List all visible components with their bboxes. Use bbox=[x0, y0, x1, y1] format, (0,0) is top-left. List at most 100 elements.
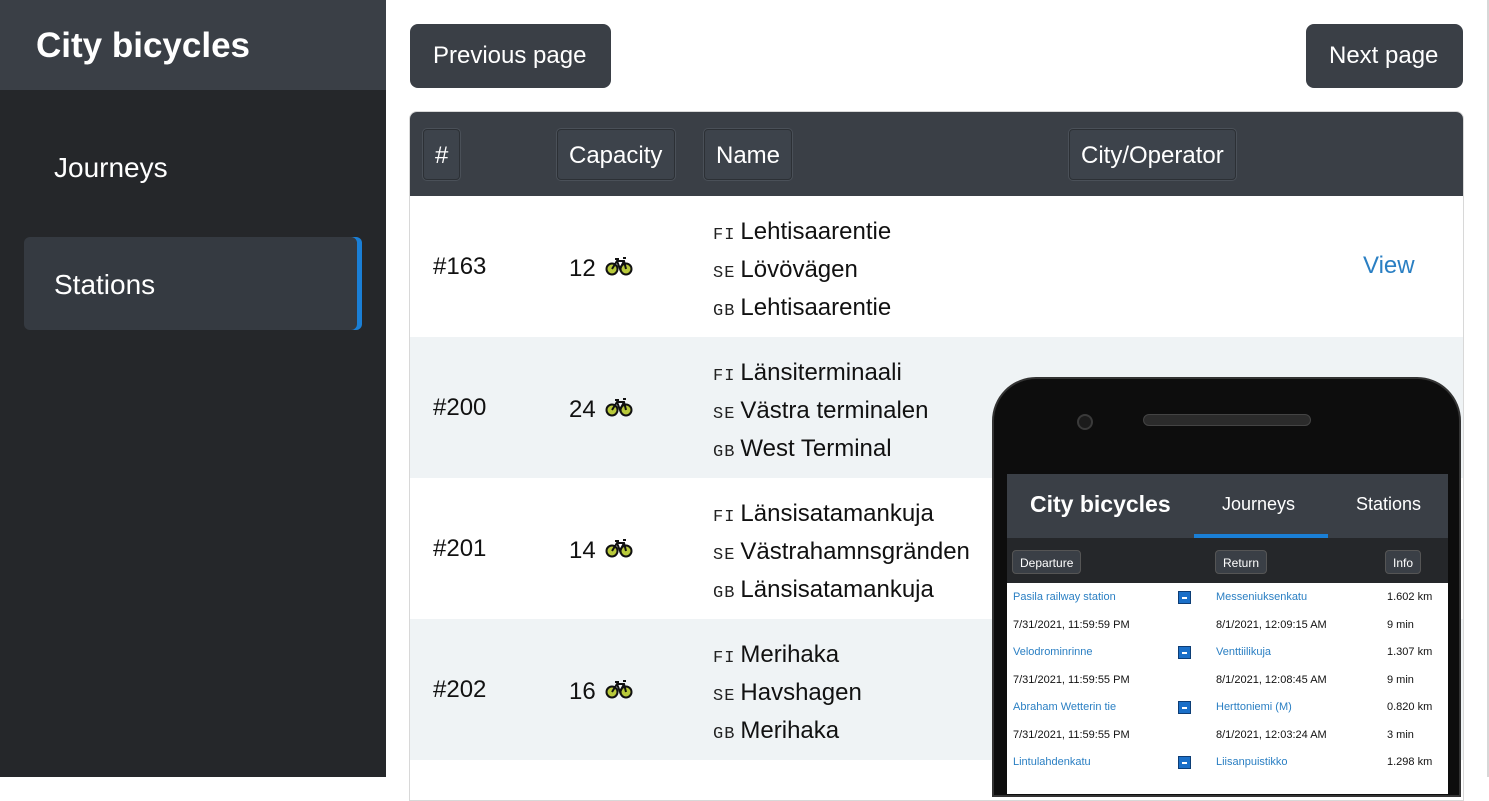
station-capacity: 14 bbox=[569, 537, 633, 565]
lang-code-se: SE bbox=[713, 264, 736, 283]
previous-page-button[interactable]: Previous page bbox=[410, 24, 611, 88]
journey-distance: 1.307 km bbox=[1387, 646, 1433, 658]
station-name-se: Västra terminalen bbox=[740, 397, 929, 424]
return-station-link[interactable]: Herttoniemi (M) bbox=[1216, 701, 1292, 713]
speaker-grille bbox=[1143, 414, 1311, 426]
journey-duration: 9 min bbox=[1387, 618, 1414, 631]
station-id: #202 bbox=[433, 676, 487, 703]
capacity-value: 16 bbox=[569, 678, 596, 705]
journey-row-times: 7/31/2021, 11:59:59 PM 8/1/2021, 12:09:1… bbox=[1007, 611, 1448, 639]
station-name-se: Lövövägen bbox=[740, 256, 858, 283]
camera-icon bbox=[1077, 414, 1093, 430]
departure-time: 7/31/2021, 11:59:55 PM bbox=[1013, 673, 1130, 686]
station-name-gb: Länsisatamankuja bbox=[740, 576, 934, 603]
departure-station-link[interactable]: Lintulahdenkatu bbox=[1013, 756, 1091, 768]
station-name-fi: Länsisatamankuja bbox=[740, 500, 934, 527]
phone-tab-stations[interactable]: Stations bbox=[1356, 494, 1421, 515]
station-capacity: 24 bbox=[569, 396, 633, 424]
lang-code-se: SE bbox=[713, 405, 736, 424]
phone-column-return[interactable]: Return bbox=[1215, 550, 1268, 574]
return-time: 8/1/2021, 12:03:24 AM bbox=[1216, 728, 1327, 741]
column-header-city-operator[interactable]: City/Operator bbox=[1069, 129, 1236, 180]
arrow-icon bbox=[1178, 646, 1191, 659]
lang-code-fi: FI bbox=[713, 226, 736, 245]
station-name-fi: Lehtisaarentie bbox=[740, 218, 892, 245]
journey-row: Abraham Wetterin tie Herttoniemi (M) 0.8… bbox=[1007, 693, 1448, 721]
lang-code-gb: GB bbox=[713, 443, 736, 462]
sidebar-item-journeys[interactable]: Journeys bbox=[24, 120, 362, 213]
table-row: #163 12 FI Lehtisaarentie SE Lövövägen GB L… bbox=[410, 196, 1463, 337]
lang-code-se: SE bbox=[713, 687, 736, 706]
lang-code-fi: FI bbox=[713, 649, 736, 668]
return-station-link[interactable]: Venttiilikuja bbox=[1216, 646, 1271, 658]
station-names: FI Lehtisaarentie SE Lövövägen GB Lehtisaar… bbox=[713, 216, 891, 330]
arrow-icon bbox=[1178, 591, 1191, 604]
table-header: # Capacity Name City/Operator bbox=[410, 112, 1463, 196]
column-header-id[interactable]: # bbox=[423, 129, 460, 180]
lang-code-se: SE bbox=[713, 546, 736, 565]
journey-row: Velodrominrinne Venttiilikuja 1.307 km bbox=[1007, 638, 1448, 666]
journey-distance: 0.820 km bbox=[1387, 701, 1433, 713]
view-station-link[interactable]: View bbox=[1363, 252, 1415, 280]
phone-tab-journeys[interactable]: Journeys bbox=[1222, 494, 1295, 515]
bicycle-icon bbox=[605, 537, 633, 565]
column-header-name[interactable]: Name bbox=[704, 129, 792, 180]
bicycle-icon bbox=[605, 678, 633, 706]
journey-duration: 3 min bbox=[1387, 728, 1414, 741]
journey-row: Lintulahdenkatu Liisanpuistikko 1.298 km bbox=[1007, 748, 1448, 776]
return-time: 8/1/2021, 12:09:15 AM bbox=[1216, 618, 1327, 631]
departure-station-link[interactable]: Velodrominrinne bbox=[1013, 646, 1093, 658]
phone-column-header: Departure Return Info bbox=[1007, 538, 1448, 583]
departure-time: 7/31/2021, 11:59:55 PM bbox=[1013, 728, 1130, 741]
lang-code-gb: GB bbox=[713, 584, 736, 603]
station-names: FI Länsiterminaali SE Västra terminalen GB… bbox=[713, 357, 929, 471]
station-capacity: 16 bbox=[569, 678, 633, 706]
station-id: #201 bbox=[433, 535, 487, 562]
station-id: #200 bbox=[433, 394, 487, 421]
station-names: FI Merihaka SE Havshagen GB Merihaka bbox=[713, 639, 862, 753]
phone-mockup: City bicycles Journeys Stations Departur… bbox=[992, 377, 1461, 797]
station-id: #163 bbox=[433, 253, 487, 280]
phone-app-title: City bicycles bbox=[1030, 491, 1171, 517]
lang-code-fi: FI bbox=[713, 367, 736, 386]
phone-column-info[interactable]: Info bbox=[1385, 550, 1422, 574]
lang-code-fi: FI bbox=[713, 508, 736, 527]
lang-code-gb: GB bbox=[713, 725, 736, 744]
station-name-fi: Merihaka bbox=[740, 641, 840, 668]
return-station-link[interactable]: Messeniuksenkatu bbox=[1216, 591, 1307, 603]
capacity-value: 24 bbox=[569, 396, 596, 423]
station-name-se: Västrahamnsgränden bbox=[740, 538, 970, 565]
column-header-capacity[interactable]: Capacity bbox=[557, 129, 675, 180]
phone-column-departure[interactable]: Departure bbox=[1012, 550, 1082, 574]
sidebar-item-stations[interactable]: Stations bbox=[24, 237, 362, 330]
capacity-value: 14 bbox=[569, 537, 596, 564]
departure-station-link[interactable]: Pasila railway station bbox=[1013, 591, 1116, 603]
departure-time: 7/31/2021, 11:59:59 PM bbox=[1013, 618, 1130, 631]
bicycle-icon bbox=[605, 396, 633, 424]
app-title: City bicycles bbox=[0, 0, 386, 90]
journey-distance: 1.298 km bbox=[1387, 756, 1433, 768]
return-station-link[interactable]: Liisanpuistikko bbox=[1216, 756, 1288, 768]
station-name-gb: Merihaka bbox=[740, 717, 840, 744]
journey-row: Pasila railway station Messeniuksenkatu … bbox=[1007, 583, 1448, 611]
arrow-icon bbox=[1178, 756, 1191, 769]
next-page-button[interactable]: Next page bbox=[1306, 24, 1463, 88]
capacity-value: 12 bbox=[569, 255, 596, 282]
station-name-se: Havshagen bbox=[740, 679, 862, 706]
station-name-gb: Lehtisaarentie bbox=[740, 294, 892, 321]
return-time: 8/1/2021, 12:08:45 AM bbox=[1216, 673, 1327, 686]
departure-station-link[interactable]: Abraham Wetterin tie bbox=[1013, 701, 1116, 713]
phone-screen: City bicycles Journeys Stations Departur… bbox=[1007, 474, 1448, 794]
phone-header: City bicycles Journeys Stations bbox=[1007, 474, 1448, 538]
bicycle-icon bbox=[605, 255, 633, 283]
journey-row-times: 7/31/2021, 11:59:55 PM 8/1/2021, 12:08:4… bbox=[1007, 666, 1448, 694]
station-name-gb: West Terminal bbox=[740, 435, 892, 462]
journey-distance: 1.602 km bbox=[1387, 591, 1433, 603]
journey-row-times: 7/31/2021, 11:59:55 PM 8/1/2021, 12:03:2… bbox=[1007, 721, 1448, 749]
station-name-fi: Länsiterminaali bbox=[740, 359, 902, 386]
arrow-icon bbox=[1178, 701, 1191, 714]
sidebar: City bicycles Journeys Stations bbox=[0, 0, 386, 777]
station-names: FI Länsisatamankuja SE Västrahamnsgränden … bbox=[713, 498, 970, 612]
lang-code-gb: GB bbox=[713, 302, 736, 321]
station-capacity: 12 bbox=[569, 255, 633, 283]
